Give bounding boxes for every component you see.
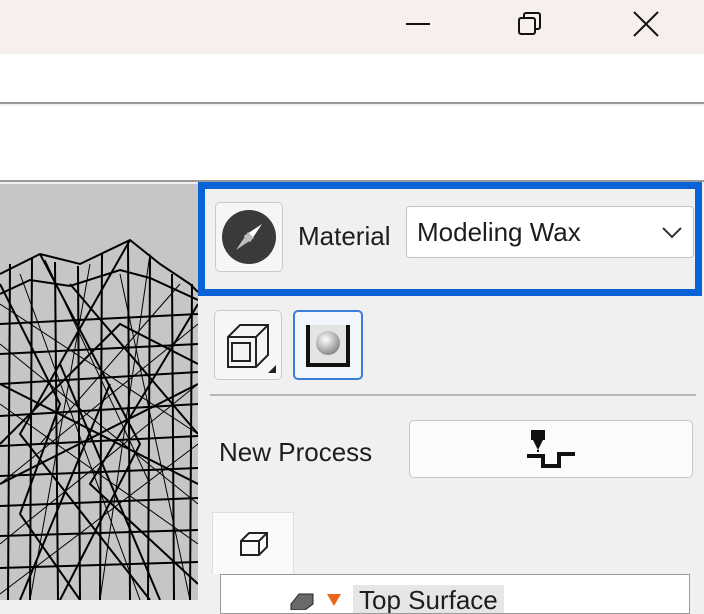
tree-marker-icon (327, 594, 341, 606)
tab-operations[interactable] (212, 512, 294, 574)
section-divider (210, 394, 696, 396)
new-process-button[interactable] (409, 420, 693, 478)
menu-strip (0, 54, 704, 104)
operation-tree[interactable]: Top Surface (220, 574, 690, 614)
new-process-label: New Process (219, 437, 373, 467)
toolpath-step-icon (527, 430, 575, 468)
minimize-icon (406, 23, 430, 25)
wireframe-model (0, 238, 198, 600)
restore-icon (518, 12, 541, 35)
close-icon (633, 11, 659, 37)
stock-view-button[interactable] (214, 310, 282, 380)
operation-tree-area: Top Surface (212, 512, 704, 614)
restore-button[interactable] (498, 0, 562, 48)
3d-viewport[interactable] (0, 184, 198, 600)
toolbar (0, 106, 704, 182)
surface-icon (290, 593, 314, 610)
cube-icon (240, 531, 268, 556)
stock-box-icon (227, 324, 276, 373)
minimize-button[interactable] (386, 0, 450, 48)
title-bar (0, 0, 704, 54)
material-preview-icon (306, 325, 350, 367)
material-preview-button[interactable] (293, 310, 363, 380)
material-highlight (198, 182, 702, 296)
close-button[interactable] (614, 0, 678, 48)
